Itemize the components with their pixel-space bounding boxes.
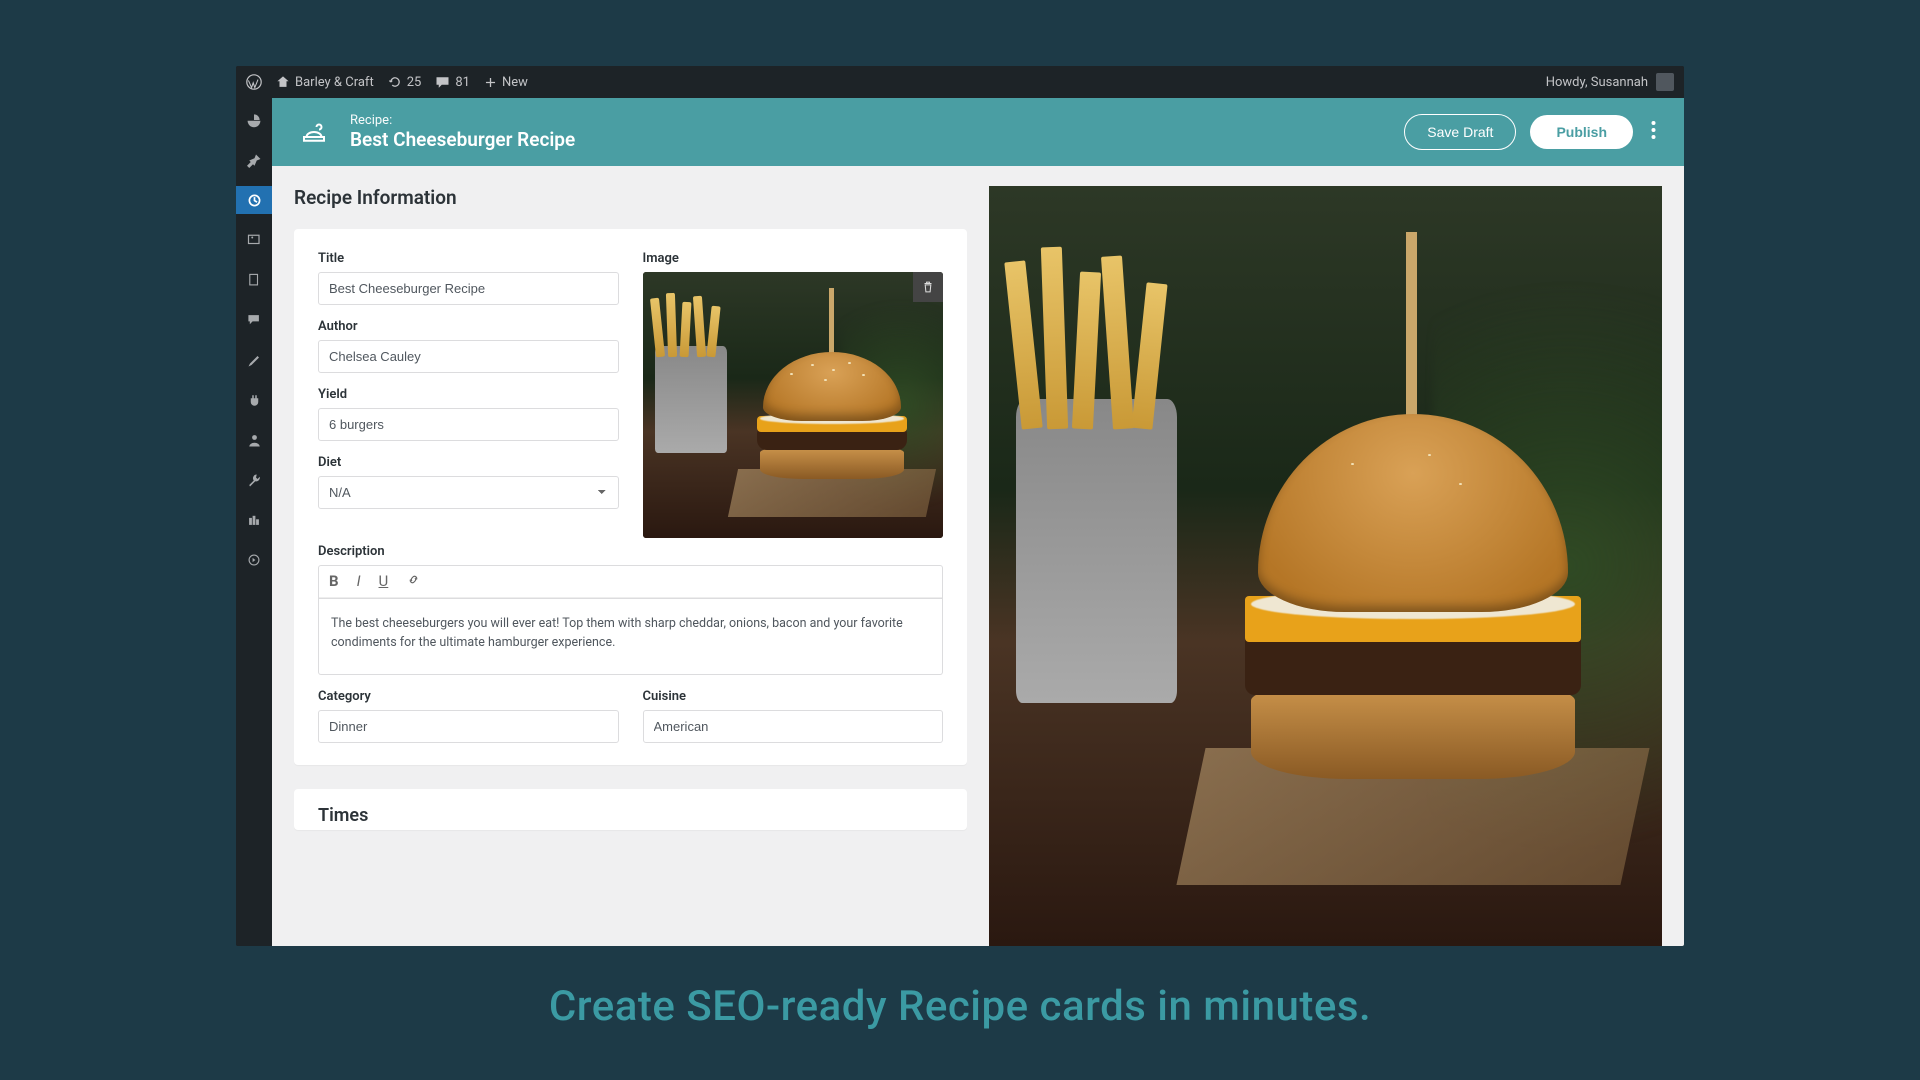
content-area: Recipe Information Title Author — [272, 166, 1684, 946]
yield-label: Yield — [318, 387, 619, 402]
category-label: Category — [318, 689, 619, 704]
section-title-times: Times — [318, 805, 943, 826]
title-label: Title — [318, 251, 619, 266]
admin-sidebar — [236, 98, 272, 946]
italic-button[interactable]: I — [357, 572, 361, 591]
author-label: Author — [318, 319, 619, 334]
link-button[interactable] — [406, 572, 421, 591]
home-icon — [276, 75, 290, 89]
cuisine-label: Cuisine — [643, 689, 944, 704]
new-link[interactable]: New — [484, 75, 528, 90]
comment-icon — [435, 75, 450, 90]
section-title-recipe-info: Recipe Information — [294, 186, 967, 209]
rail-dashboard[interactable] — [240, 106, 268, 134]
wp-logo-icon[interactable] — [246, 74, 262, 90]
account-menu[interactable]: Howdy, Susannah — [1546, 73, 1674, 91]
delete-image-button[interactable] — [913, 272, 943, 302]
refresh-icon — [388, 75, 402, 89]
yield-input[interactable] — [318, 408, 619, 441]
save-draft-button[interactable]: Save Draft — [1404, 114, 1516, 150]
burger-illustration — [643, 272, 944, 538]
rail-recipe[interactable] — [236, 186, 272, 214]
underline-button[interactable]: U — [379, 572, 389, 591]
rail-comments[interactable] — [240, 306, 268, 334]
cuisine-input[interactable] — [643, 710, 944, 743]
right-column: Preview Word Count 153 6 burgers Best Ch… — [989, 186, 1662, 946]
tagline: Create SEO-ready Recipe cards in minutes… — [0, 982, 1920, 1031]
title-input[interactable] — [318, 272, 619, 305]
rail-settings[interactable] — [240, 506, 268, 534]
description-textarea[interactable]: The best cheeseburgers you will ever eat… — [318, 599, 943, 675]
comments-link[interactable]: 81 — [435, 75, 470, 90]
avatar — [1656, 73, 1674, 91]
diet-select[interactable]: N/A — [318, 476, 619, 509]
rail-pin[interactable] — [240, 146, 268, 174]
comments-count: 81 — [455, 75, 470, 90]
site-link[interactable]: Barley & Craft — [276, 75, 374, 90]
site-name: Barley & Craft — [295, 75, 374, 90]
updates-count: 25 — [407, 75, 422, 90]
author-input[interactable] — [318, 340, 619, 373]
category-input[interactable] — [318, 710, 619, 743]
recipe-image[interactable] — [643, 272, 944, 538]
app-window: Barley & Craft 25 81 New Howdy, Susannah — [236, 66, 1684, 946]
rail-tools[interactable] — [240, 466, 268, 494]
recipe-info-card: Title Author Yield — [294, 229, 967, 765]
rail-collapse[interactable] — [240, 546, 268, 574]
publish-button[interactable]: Publish — [1530, 115, 1633, 149]
rail-media[interactable] — [240, 226, 268, 254]
description-editor: B I U — [318, 565, 943, 599]
howdy-text: Howdy, Susannah — [1546, 75, 1648, 90]
preview-image — [1440, 328, 1640, 444]
diet-label: Diet — [318, 455, 619, 470]
trash-icon — [921, 280, 935, 294]
more-menu-icon[interactable] — [1647, 120, 1660, 144]
header-eyebrow: Recipe: — [350, 113, 575, 129]
plus-icon — [484, 76, 497, 89]
page-title: Best Cheeseburger Recipe — [350, 128, 575, 151]
image-label: Image — [643, 251, 944, 266]
bold-button[interactable]: B — [329, 572, 339, 591]
rail-pages[interactable] — [240, 266, 268, 294]
preview-card: 6 burgers Best Cheeseburger Recipe sharp… — [989, 255, 1662, 753]
recipe-icon — [296, 114, 332, 150]
rail-users[interactable] — [240, 426, 268, 454]
times-card: Times — [294, 789, 967, 830]
updates-link[interactable]: 25 — [388, 75, 422, 90]
left-column: Recipe Information Title Author — [294, 186, 967, 946]
new-label: New — [502, 75, 528, 90]
rail-appearance[interactable] — [240, 346, 268, 374]
page-header: Recipe: Best Cheeseburger Recipe Save Dr… — [272, 98, 1684, 166]
wp-admin-bar: Barley & Craft 25 81 New Howdy, Susannah — [236, 66, 1684, 98]
description-label: Description — [318, 544, 943, 559]
link-icon — [406, 572, 421, 587]
rail-plugins[interactable] — [240, 386, 268, 414]
